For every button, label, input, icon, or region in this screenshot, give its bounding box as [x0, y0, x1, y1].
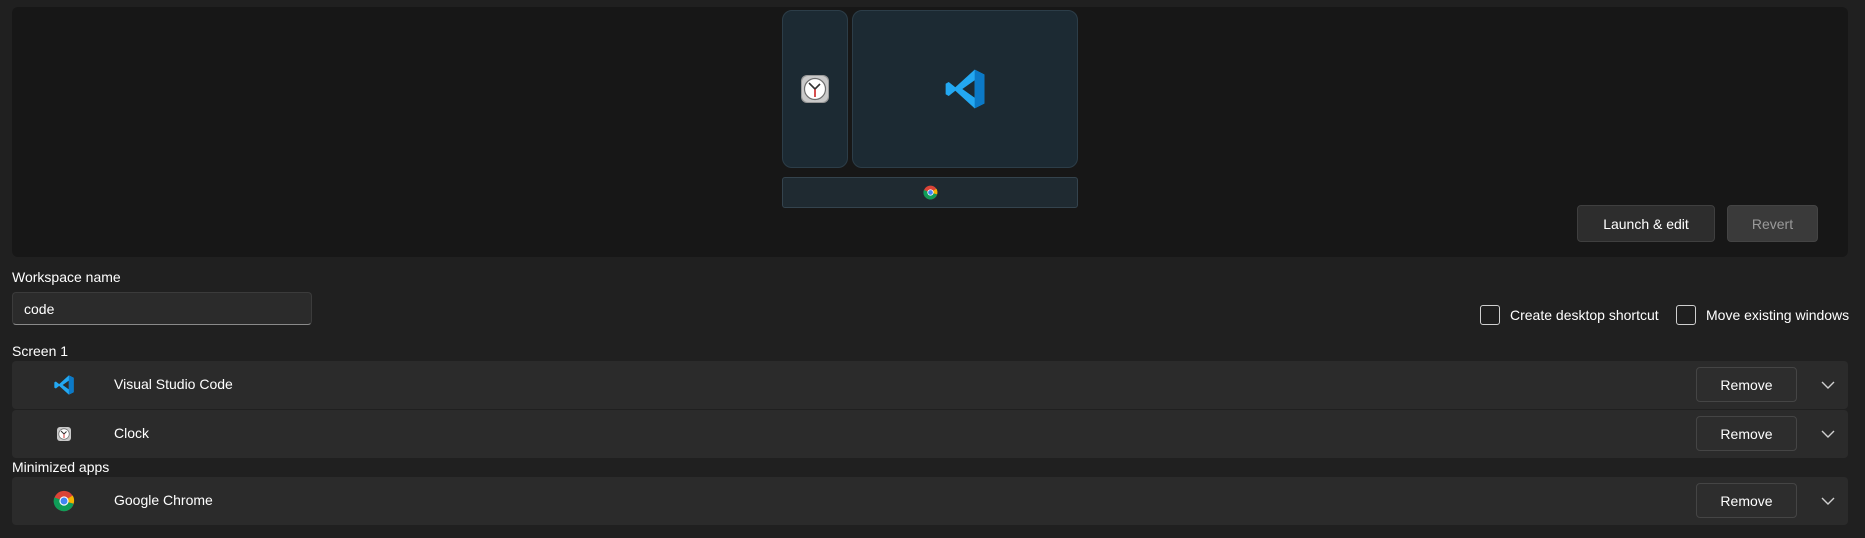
- app-row-vscode: Visual Studio Code Remove: [12, 361, 1848, 409]
- clock-icon: [801, 75, 829, 103]
- remove-button[interactable]: Remove: [1696, 416, 1797, 451]
- app-row-chrome: Google Chrome Remove: [12, 477, 1848, 525]
- clock-icon: [52, 422, 76, 446]
- preview-window-clock: [782, 10, 848, 168]
- remove-button[interactable]: Remove: [1696, 483, 1797, 518]
- workspace-name-label: Workspace name: [12, 269, 121, 285]
- vscode-icon: [52, 373, 76, 397]
- create-desktop-shortcut-checkbox[interactable]: Create desktop shortcut: [1480, 305, 1659, 325]
- workspace-name-value: code: [24, 300, 55, 317]
- revert-button[interactable]: Revert: [1727, 205, 1818, 242]
- workspace-name-input[interactable]: code: [12, 292, 312, 325]
- launch-edit-button[interactable]: Launch & edit: [1577, 205, 1715, 242]
- screen-1-heading: Screen 1: [12, 343, 69, 359]
- chrome-icon: [922, 185, 937, 200]
- preview-window-vscode: [852, 10, 1078, 168]
- move-existing-windows-checkbox[interactable]: Move existing windows: [1676, 305, 1849, 325]
- layout-preview: [12, 7, 1848, 257]
- move-existing-windows-label: Move existing windows: [1706, 307, 1850, 323]
- create-desktop-shortcut-label: Create desktop shortcut: [1510, 307, 1659, 323]
- vscode-icon: [945, 69, 985, 109]
- chevron-down-icon[interactable]: [1818, 375, 1838, 395]
- app-name: Clock: [114, 425, 150, 441]
- app-row-clock: Clock Remove: [12, 410, 1848, 458]
- checkbox-box[interactable]: [1676, 305, 1696, 325]
- preview-minimized-strip: [782, 177, 1078, 208]
- remove-button[interactable]: Remove: [1696, 367, 1797, 402]
- app-name: Visual Studio Code: [114, 376, 233, 392]
- app-name: Google Chrome: [114, 492, 213, 508]
- chevron-down-icon[interactable]: [1818, 491, 1838, 511]
- chevron-down-icon[interactable]: [1818, 424, 1838, 444]
- chrome-icon: [52, 489, 76, 513]
- checkbox-box[interactable]: [1480, 305, 1500, 325]
- minimized-apps-heading: Minimized apps: [12, 459, 110, 475]
